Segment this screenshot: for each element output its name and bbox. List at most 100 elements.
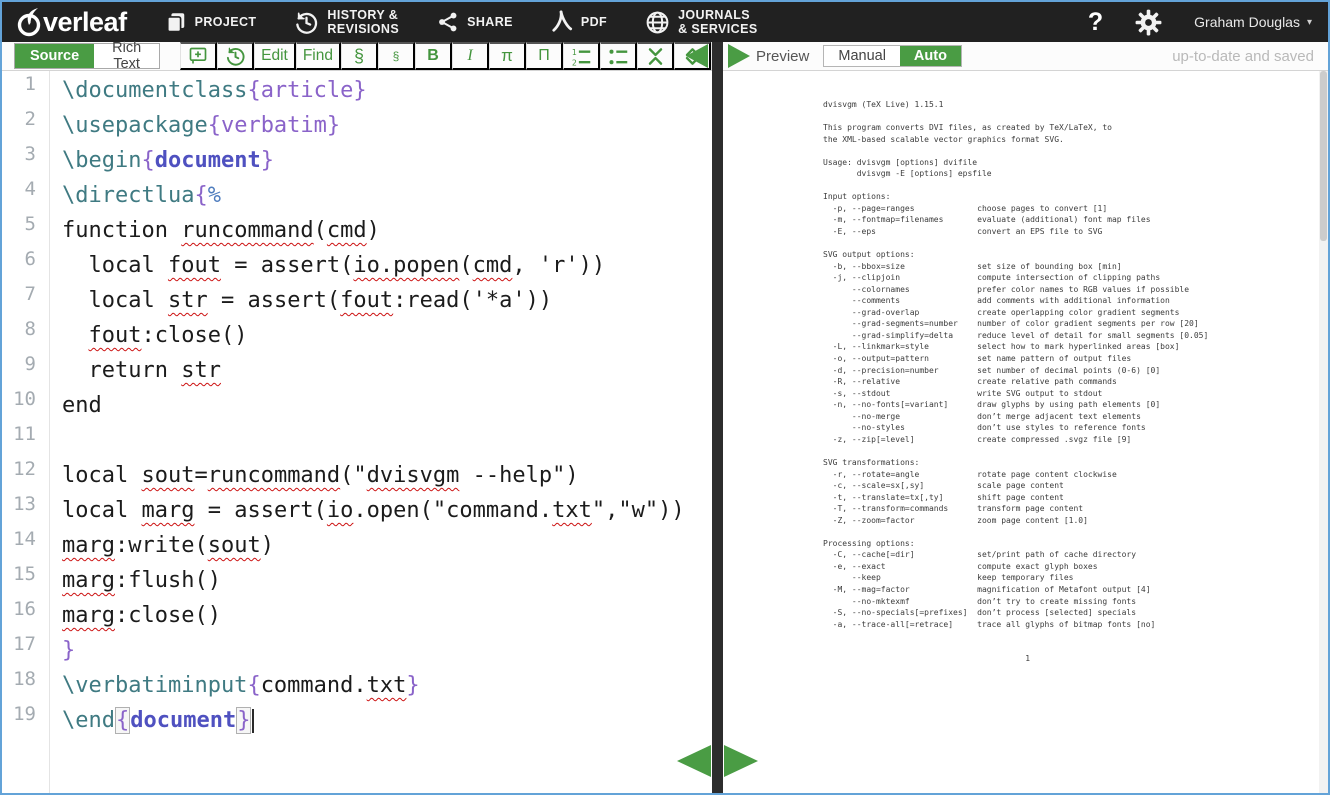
line-number: 8 xyxy=(2,318,49,353)
numbered-list-button[interactable]: 1 2 xyxy=(563,42,600,70)
subsection-button[interactable]: § xyxy=(378,42,415,70)
code-line[interactable]: local str = assert(fout:read('*a')) xyxy=(62,283,712,318)
save-status-text: up-to-date and saved xyxy=(1172,48,1328,65)
header-nav: PROJECT HISTORY &REVISIONS xyxy=(127,2,758,42)
code-line[interactable]: marg:flush() xyxy=(62,563,712,598)
section-button[interactable]: § xyxy=(341,42,378,70)
code-line[interactable]: \directlua{% xyxy=(62,178,712,213)
share-icon xyxy=(437,11,459,33)
code-line[interactable] xyxy=(62,423,712,458)
project-icon xyxy=(165,11,187,33)
overleaf-logo[interactable]: verleaf xyxy=(16,7,127,38)
collapse-editor-arrow-bottom[interactable] xyxy=(677,745,711,777)
expand-preview-arrow[interactable] xyxy=(728,44,750,68)
code-line[interactable]: end xyxy=(62,388,712,423)
svg-text:1: 1 xyxy=(571,47,576,56)
top-header-bar: verleaf PROJECT xyxy=(2,2,1328,42)
pdf-view[interactable]: dvisvgm (TeX Live) 1.15.1 This program c… xyxy=(723,71,1328,793)
preview-scrollbar-thumb[interactable] xyxy=(1320,71,1327,241)
bullet-list-button[interactable] xyxy=(600,42,637,70)
nav-item-label: HISTORY &REVISIONS xyxy=(327,8,399,37)
code-line[interactable]: function runcommand(cmd) xyxy=(62,213,712,248)
line-number: 16 xyxy=(2,598,49,633)
nav-item-share[interactable]: SHARE xyxy=(437,2,513,42)
auto-compile-button[interactable]: Auto xyxy=(900,46,961,66)
code-line[interactable]: local fout = assert(io.popen(cmd, 'r')) xyxy=(62,248,712,283)
line-number: 6 xyxy=(2,248,49,283)
code-line[interactable]: marg:close() xyxy=(62,598,712,633)
nav-item-label: PDF xyxy=(581,15,607,29)
inline-math-button[interactable]: π xyxy=(489,42,526,70)
nav-item-history-revisions[interactable]: HISTORY &REVISIONS xyxy=(294,2,399,42)
numbered-list-icon: 1 2 xyxy=(571,46,592,67)
line-number: 19 xyxy=(2,703,49,738)
source-mode-button[interactable]: Source xyxy=(15,44,94,68)
overleaf-leaf-icon xyxy=(16,7,43,37)
compile-mode-toggle: Manual Auto xyxy=(823,45,962,67)
code-line[interactable]: \usepackage{verbatim} xyxy=(62,108,712,143)
header-right-cluster: ? xyxy=(1088,8,1328,37)
bullet-list-icon xyxy=(608,46,629,67)
collapse-editor-arrow[interactable] xyxy=(686,44,708,68)
preview-toolbar: Preview Manual Auto up-to-date and saved xyxy=(723,42,1328,71)
code-line[interactable]: \documentclass{article} xyxy=(62,73,712,108)
display-math-button[interactable]: Π xyxy=(526,42,563,70)
code-line[interactable]: local marg = assert(io.open("command.txt… xyxy=(62,493,712,528)
overleaf-window: verleaf PROJECT xyxy=(0,0,1330,795)
pane-divider[interactable] xyxy=(712,42,723,793)
editor-toolbar-buttons: Edit Find § § B I π Π 1 2 xyxy=(180,42,712,70)
line-number: 18 xyxy=(2,668,49,703)
history-refresh-icon xyxy=(225,46,246,67)
globe-icon xyxy=(645,10,670,35)
pdf-page-content: dvisvgm (TeX Live) 1.15.1 This program c… xyxy=(823,99,1328,665)
comment-plus-icon xyxy=(188,46,208,66)
code-area[interactable]: 12345678910111213141516171819 \documentc… xyxy=(2,71,712,793)
user-menu[interactable]: Graham Douglas ▾ xyxy=(1194,14,1312,30)
line-number: 3 xyxy=(2,143,49,178)
italic-button[interactable]: I xyxy=(452,42,489,70)
code-line[interactable]: local sout=runcommand("dvisvgm --help") xyxy=(62,458,712,493)
preview-pane: Preview Manual Auto up-to-date and saved… xyxy=(723,42,1328,793)
main-split: Source Rich Text xyxy=(2,42,1328,793)
line-number: 1 xyxy=(2,73,49,108)
code-line[interactable]: \verbatiminput{command.txt} xyxy=(62,668,712,703)
user-name: Graham Douglas xyxy=(1194,14,1300,30)
line-number: 14 xyxy=(2,528,49,563)
edit-menu-button[interactable]: Edit xyxy=(254,42,296,70)
line-number: 4 xyxy=(2,178,49,213)
rich-text-mode-button[interactable]: Rich Text xyxy=(94,44,159,68)
editor-code[interactable]: \documentclass{article}\usepackage{verba… xyxy=(50,71,712,793)
code-line[interactable]: return str xyxy=(62,353,712,388)
code-line[interactable]: } xyxy=(62,633,712,668)
preview-scrollbar[interactable] xyxy=(1319,71,1328,793)
nav-item-pdf[interactable]: PDF xyxy=(551,2,607,42)
nav-item-journals-services[interactable]: JOURNALS& SERVICES xyxy=(645,2,758,42)
manual-compile-button[interactable]: Manual xyxy=(824,46,900,66)
preview-label: Preview xyxy=(756,48,809,65)
collapse-lines-button[interactable] xyxy=(637,42,674,70)
code-line[interactable]: \end{document} xyxy=(62,703,712,738)
code-line[interactable]: marg:write(sout) xyxy=(62,528,712,563)
editor-gutter: 12345678910111213141516171819 xyxy=(2,71,50,793)
editor-pane: Source Rich Text xyxy=(2,42,712,793)
expand-preview-arrow-bottom[interactable] xyxy=(724,745,758,777)
settings-gear-icon[interactable] xyxy=(1135,9,1162,36)
line-number: 11 xyxy=(2,423,49,458)
line-number: 10 xyxy=(2,388,49,423)
collapse-arrows-icon xyxy=(646,46,665,67)
find-button[interactable]: Find xyxy=(296,42,341,70)
line-number: 17 xyxy=(2,633,49,668)
code-line[interactable]: \begin{document} xyxy=(62,143,712,178)
line-number: 5 xyxy=(2,213,49,248)
line-number: 15 xyxy=(2,563,49,598)
nav-item-project[interactable]: PROJECT xyxy=(165,2,257,42)
nav-item-label: PROJECT xyxy=(195,15,257,29)
track-changes-button[interactable] xyxy=(217,42,254,70)
nav-item-label: JOURNALS& SERVICES xyxy=(678,8,758,37)
help-button[interactable]: ? xyxy=(1088,8,1103,37)
bold-button[interactable]: B xyxy=(415,42,452,70)
editor-toolbar: Source Rich Text xyxy=(2,42,712,71)
mode-toggle: Source Rich Text xyxy=(14,43,160,69)
code-line[interactable]: fout:close() xyxy=(62,318,712,353)
add-comment-button[interactable] xyxy=(180,42,217,70)
